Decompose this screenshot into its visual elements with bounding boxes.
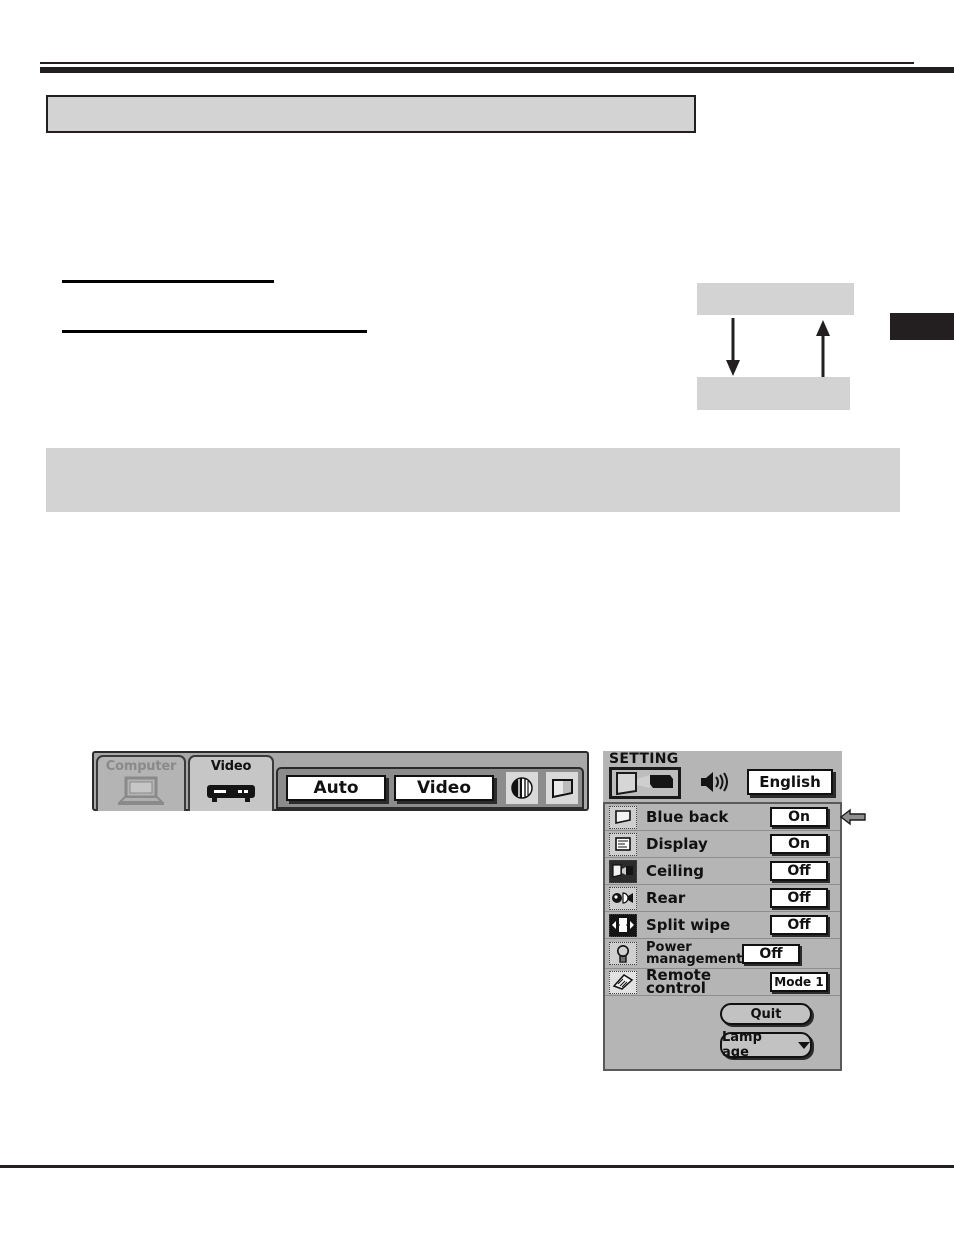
header-rule-thin [40, 62, 914, 64]
quit-button-label: Quit [750, 1006, 782, 1022]
quit-button[interactable]: Quit [720, 1003, 812, 1025]
setting-row-label: Split wipe [646, 915, 731, 934]
down-arrow [726, 318, 740, 376]
rear-projection-icon [609, 886, 637, 910]
setting-row-rear[interactable]: Rear Off [605, 885, 840, 912]
projector-setting-icon[interactable] [609, 767, 681, 799]
setting-row-label: Rear [646, 888, 686, 907]
tab-video[interactable]: Video [188, 755, 274, 811]
setting-rows: Blue back On Display On Ceiling Off Rear… [603, 802, 866, 1071]
setting-button-area: Quit Lamp age [605, 996, 840, 1060]
vcr-icon [207, 785, 255, 802]
speaker-icon[interactable] [699, 769, 733, 799]
split-wipe-icon [609, 913, 637, 937]
remote-control-value[interactable]: Mode 1 [770, 972, 828, 992]
video-source-button[interactable]: Video [394, 775, 494, 801]
setting-row-ceiling[interactable]: Ceiling Off [605, 858, 840, 885]
rear-value[interactable]: Off [770, 888, 828, 908]
setting-header: SETTING English [603, 751, 842, 802]
left-arrow-pointer-icon [840, 808, 866, 826]
setting-row-label: Blue back [646, 807, 729, 826]
setting-row-label: Display [646, 834, 708, 853]
power-management-value[interactable]: Off [742, 943, 800, 964]
header-rule-thick [40, 67, 954, 73]
lamp-bulb-icon [609, 942, 637, 965]
setting-title: SETTING [609, 751, 679, 767]
callout-box-top [697, 283, 854, 315]
footer-rule [0, 1165, 954, 1168]
display-icon [609, 832, 637, 856]
blue-back-value[interactable]: On [770, 807, 828, 827]
screen-adjust-icon[interactable] [546, 772, 578, 804]
osd-menu-bar: Computer Video Auto Video [92, 751, 589, 811]
setting-row-label: Ceiling [646, 861, 705, 880]
subheading-underline-2 [62, 330, 367, 333]
remote-control-icon [609, 970, 637, 994]
setting-row-power-management[interactable]: Power management Off [605, 939, 840, 969]
blue-back-icon [609, 805, 637, 829]
osd-menu: Computer Video Auto Video SETTING Englis… [92, 751, 866, 1071]
auto-source-button[interactable]: Auto [286, 775, 386, 801]
caret-down-icon [798, 1042, 810, 1049]
laptop-icon [117, 776, 165, 805]
callout-box-bottom [697, 377, 850, 410]
display-value[interactable]: On [770, 834, 828, 854]
subheading-underline-1 [62, 280, 274, 283]
ceiling-value[interactable]: Off [770, 861, 828, 881]
setting-panel: SETTING English Blue back On Display On … [603, 751, 866, 1071]
setting-row-label: Remote control [646, 966, 712, 997]
note-block [46, 448, 900, 512]
setting-row-remote-control[interactable]: Remote control Mode 1 [605, 966, 840, 997]
setting-row-display[interactable]: Display On [605, 831, 840, 858]
up-arrow [816, 320, 830, 378]
tab-computer-label: Computer [105, 759, 177, 774]
setting-row-blue-back[interactable]: Blue back On [605, 804, 866, 831]
tab-computer[interactable]: Computer [96, 755, 186, 811]
page-tab-marker [890, 313, 954, 340]
tab-video-label: Video [210, 759, 252, 774]
image-adjust-icon[interactable] [506, 772, 538, 804]
lamp-age-button[interactable]: Lamp age [720, 1030, 812, 1060]
source-select-strip: Auto Video [276, 767, 584, 809]
section-heading-banner [46, 95, 696, 133]
lamp-age-button-label: Lamp age [722, 1030, 762, 1060]
setting-row-split-wipe[interactable]: Split wipe Off [605, 912, 840, 939]
setting-row-label: Power management [646, 939, 743, 967]
ceiling-icon [609, 859, 637, 883]
language-button[interactable]: English [747, 769, 833, 795]
split-wipe-value[interactable]: Off [770, 915, 828, 935]
